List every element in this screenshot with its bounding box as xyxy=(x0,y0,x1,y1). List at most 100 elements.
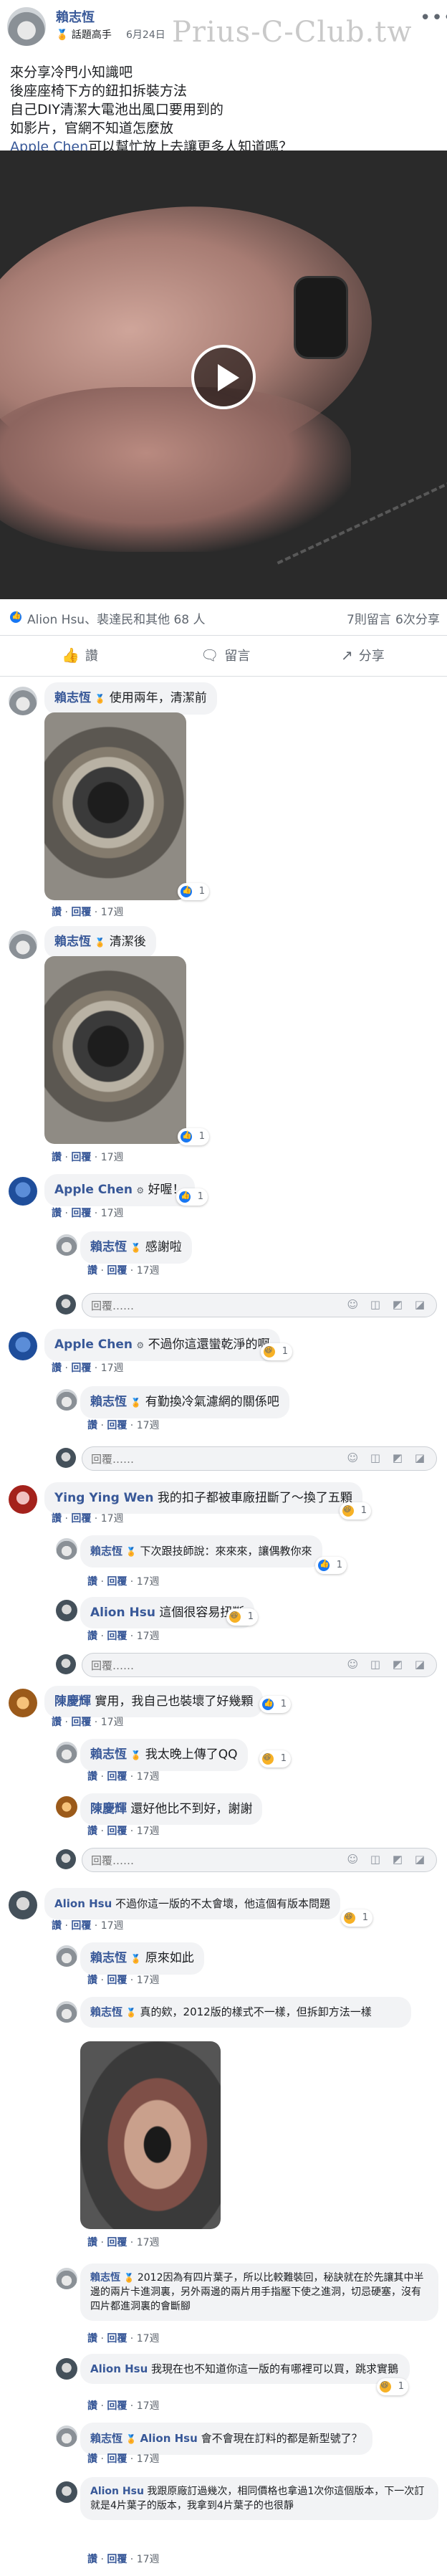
comment-reply-link[interactable]: 回覆 xyxy=(107,1975,127,1986)
comment-author[interactable]: 賴志恆 xyxy=(90,1951,127,1965)
comment-like-link[interactable]: 讚 xyxy=(87,1576,97,1588)
comment-like-link[interactable]: 讚 xyxy=(87,2453,97,2465)
reply-avatar[interactable] xyxy=(56,1742,77,1763)
comment-like-link[interactable]: 讚 xyxy=(52,1208,62,1219)
comment-author[interactable]: 賴志恆 xyxy=(90,2272,120,2284)
reply-box[interactable]: ☺ ◫ ◩ ◪ xyxy=(82,1293,437,1318)
comment-avatar[interactable] xyxy=(9,1485,37,1514)
reply-avatar[interactable] xyxy=(56,2425,77,2447)
comment-author[interactable]: Alion Hsu xyxy=(54,1897,112,1910)
reaction-count[interactable]: 1 xyxy=(178,1128,209,1145)
play-icon[interactable] xyxy=(191,345,256,409)
comment-like-link[interactable]: 讚 xyxy=(52,1717,62,1728)
comment-avatar[interactable] xyxy=(9,930,37,959)
shares-count[interactable]: 6次分享 xyxy=(395,609,440,627)
comment-author[interactable]: 陳慶輝 xyxy=(90,1802,127,1816)
comment-time[interactable]: 17週 xyxy=(101,1363,124,1374)
reaction-count[interactable]: 1 xyxy=(341,1909,372,1927)
reaction-count[interactable]: 1 xyxy=(261,1343,292,1360)
comment-like-link[interactable]: 讚 xyxy=(52,1513,62,1525)
comment-like-link[interactable]: 讚 xyxy=(87,2554,97,2565)
reply-avatar[interactable] xyxy=(56,1796,77,1818)
comment-time[interactable]: 17週 xyxy=(137,1771,160,1783)
reply-tools-icons[interactable]: ☺ ◫ ◩ ◪ xyxy=(347,1658,429,1671)
comment-like-link[interactable]: 讚 xyxy=(87,2400,97,2412)
comment-time[interactable]: 17週 xyxy=(137,1975,160,1986)
comment-like-link[interactable]: 讚 xyxy=(87,1826,97,1837)
comment-photo[interactable] xyxy=(44,712,186,900)
comment-reply-link[interactable]: 回覆 xyxy=(71,1363,91,1374)
comment-like-link[interactable]: 讚 xyxy=(87,1975,97,1986)
comment-reply-link[interactable]: 回覆 xyxy=(107,1265,127,1277)
reply-box[interactable]: ☺ ◫ ◩ ◪ xyxy=(82,1653,437,1678)
comment-like-link[interactable]: 讚 xyxy=(87,1265,97,1277)
reply-input[interactable] xyxy=(82,1654,305,1678)
comment-reply-link[interactable]: 回覆 xyxy=(107,2554,127,2565)
comment-like-link[interactable]: 讚 xyxy=(52,1363,62,1374)
reply-avatar[interactable] xyxy=(56,2358,77,2380)
reply-avatar[interactable] xyxy=(56,1538,77,1560)
reply-avatar[interactable] xyxy=(56,1600,77,1621)
reply-input[interactable] xyxy=(82,1848,305,1873)
comment-reply-link[interactable]: 回覆 xyxy=(107,1631,127,1642)
comment-like-link[interactable]: 讚 xyxy=(87,1420,97,1431)
comment-reply-link[interactable]: 回覆 xyxy=(71,1152,91,1163)
comment-reply-link[interactable]: 回覆 xyxy=(71,1920,91,1932)
comment-button[interactable]: 🗨 留言 xyxy=(201,646,250,664)
share-button[interactable]: ↗ 分享 xyxy=(341,646,385,664)
comment-like-link[interactable]: 讚 xyxy=(87,1631,97,1642)
reply-avatar[interactable] xyxy=(56,1945,77,1967)
comment-author[interactable]: Alion Hsu xyxy=(90,2486,144,2497)
comment-time[interactable]: 17週 xyxy=(137,2237,160,2248)
comment-reply-link[interactable]: 回覆 xyxy=(71,1717,91,1728)
comment-time[interactable]: 17週 xyxy=(137,1265,160,1277)
comment-time[interactable]: 17週 xyxy=(137,1576,160,1588)
reply-tools-icons[interactable]: ☺ ◫ ◩ ◪ xyxy=(347,1853,429,1866)
comment-time[interactable]: 17週 xyxy=(137,2453,160,2465)
author-avatar[interactable] xyxy=(7,7,46,46)
comment-photo[interactable] xyxy=(44,956,186,1144)
reply-tools-icons[interactable]: ☺ ◫ ◩ ◪ xyxy=(347,1298,429,1311)
reply-avatar[interactable] xyxy=(56,2001,77,2023)
comment-time[interactable]: 17週 xyxy=(137,2400,160,2412)
reply-box[interactable]: ☺ ◫ ◩ ◪ xyxy=(82,1848,437,1873)
post-date[interactable]: 6月24日 xyxy=(126,27,165,42)
reply-avatar[interactable] xyxy=(56,2481,77,2503)
comment-avatar[interactable] xyxy=(9,1332,37,1360)
comment-photo[interactable] xyxy=(80,2041,221,2229)
comment-author[interactable]: Alion Hsu xyxy=(90,1606,155,1620)
comment-reply-link[interactable]: 回覆 xyxy=(107,1420,127,1431)
reaction-count[interactable]: 1 xyxy=(259,1696,291,1713)
more-options-icon[interactable]: ••• xyxy=(420,7,447,29)
comment-time[interactable]: 17週 xyxy=(101,1513,124,1525)
reply-avatar[interactable] xyxy=(56,2268,77,2289)
comment-time[interactable]: 17週 xyxy=(101,1152,124,1163)
comment-reply-link[interactable]: 回覆 xyxy=(71,907,91,918)
comment-time[interactable]: 17週 xyxy=(101,1208,124,1219)
comment-reply-link[interactable]: 回覆 xyxy=(107,2400,127,2412)
comment-avatar[interactable] xyxy=(9,1177,37,1206)
comment-reply-link[interactable]: 回覆 xyxy=(107,2453,127,2465)
comment-avatar[interactable] xyxy=(9,687,37,715)
comment-time[interactable]: 17週 xyxy=(137,1420,160,1431)
comment-author[interactable]: 陳慶輝 xyxy=(54,1694,91,1709)
reaction-count[interactable]: 1 xyxy=(178,883,209,900)
comment-author[interactable]: 賴志恆 xyxy=(90,1395,127,1409)
author-name[interactable]: 賴志恆 xyxy=(56,7,95,26)
comment-reply-link[interactable]: 回覆 xyxy=(107,1576,127,1588)
reaction-count[interactable]: 1 xyxy=(259,1750,291,1768)
comment-reply-link[interactable]: 回覆 xyxy=(107,1826,127,1837)
comment-like-link[interactable]: 讚 xyxy=(87,2333,97,2344)
comment-like-link[interactable]: 讚 xyxy=(87,2237,97,2248)
comment-time[interactable]: 17週 xyxy=(137,1631,160,1642)
comment-author[interactable]: Apple Chen xyxy=(54,1183,133,1197)
comment-reply-link[interactable]: 回覆 xyxy=(71,1513,91,1525)
comment-like-link[interactable]: 讚 xyxy=(87,1771,97,1783)
video-player[interactable] xyxy=(0,151,447,599)
comments-count[interactable]: 7則留言 xyxy=(347,609,391,627)
reply-tools-icons[interactable]: ☺ ◫ ◩ ◪ xyxy=(347,1451,429,1464)
comment-time[interactable]: 17週 xyxy=(101,1717,124,1728)
comment-time[interactable]: 17週 xyxy=(101,1920,124,1932)
reply-avatar[interactable] xyxy=(56,1234,77,1256)
comment-author[interactable]: 賴志恆 xyxy=(90,2005,122,2018)
